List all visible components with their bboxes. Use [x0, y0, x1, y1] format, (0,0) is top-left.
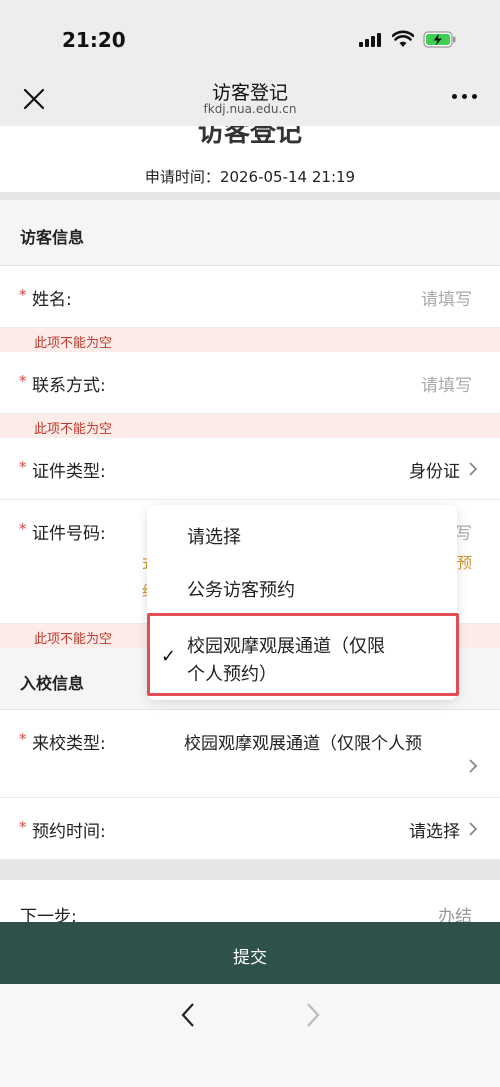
page-title: 访客登记	[197, 126, 302, 148]
submit-label: 提交	[233, 948, 267, 968]
required-mark: *	[19, 372, 27, 390]
chevron-right-icon	[469, 822, 478, 836]
dropdown-option-selected[interactable]: ✓ 校园观摩观展通道（仅限 个人预约）	[147, 630, 457, 690]
option-label: 请选择	[187, 527, 241, 548]
appointment-time-value[interactable]: 请选择	[409, 817, 460, 842]
next-step-row: 下一步: 办结	[0, 880, 500, 922]
forward-icon[interactable]	[305, 1002, 321, 1028]
back-icon[interactable]	[180, 1002, 196, 1028]
section-visitor-info: 访客信息	[0, 200, 500, 266]
field-label: 证件号码:	[32, 524, 106, 544]
apply-time-label: 申请时间：	[144, 168, 220, 186]
field-label: 证件类型:	[32, 462, 106, 482]
status-time: 21:20	[62, 28, 126, 52]
id-type-field[interactable]: * 证件类型: 身份证	[0, 438, 500, 500]
check-icon: ✓	[161, 646, 177, 667]
apply-time: 申请时间：2026-05-14 21:19	[0, 166, 500, 187]
section-title: 访客信息	[20, 228, 85, 247]
name-input[interactable]: 请填写	[421, 285, 472, 310]
page-header: 访客登记 申请时间：2026-05-14 21:19	[0, 126, 500, 192]
option-label: 校园观摩观展通道（仅限	[187, 636, 385, 657]
visit-type-dropdown: 请选择 公务访客预约 ✓ 校园观摩观展通道（仅限 个人预约）	[147, 505, 457, 700]
field-label: 预约时间:	[32, 822, 106, 842]
chevron-right-icon	[469, 759, 478, 773]
browser-nav	[0, 984, 500, 1087]
required-mark: *	[19, 286, 27, 304]
divider	[0, 192, 500, 200]
phone-field[interactable]: * 联系方式: 请填写	[0, 352, 500, 414]
id-number-input[interactable]: 写	[455, 519, 472, 544]
field-label: 姓名:	[32, 290, 72, 310]
status-bar: 21:20	[0, 0, 500, 70]
required-mark: *	[19, 730, 27, 748]
error-text: 此项不能为空	[34, 632, 113, 647]
divider	[0, 860, 500, 880]
phone-input[interactable]: 请填写	[421, 371, 472, 396]
nav-url: fkdj.nua.edu.cn	[203, 102, 297, 116]
apply-time-value: 2026-05-14 21:19	[219, 168, 356, 186]
error-message: 此项不能为空	[0, 414, 500, 438]
option-label: 个人预约）	[187, 664, 277, 685]
id-type-value[interactable]: 身份证	[409, 457, 460, 482]
appointment-time-field[interactable]: * 预约时间: 请选择	[0, 798, 500, 860]
visit-type-field[interactable]: * 来校类型: 校园观摩观展通道（仅限个人预	[0, 710, 500, 798]
option-label: 公务访客预约	[187, 580, 295, 601]
nav-title: 访客登记	[211, 82, 288, 104]
submit-button[interactable]: 提交	[0, 922, 500, 984]
signal-icon	[359, 33, 383, 47]
hint-text: 预	[456, 554, 472, 572]
wifi-icon	[392, 30, 414, 47]
required-mark: *	[19, 520, 27, 538]
visit-type-value[interactable]: 校园观摩观展通道（仅限个人预	[184, 729, 422, 754]
more-icon[interactable]	[452, 94, 478, 102]
field-label: 来校类型:	[32, 734, 106, 754]
error-text: 此项不能为空	[34, 422, 113, 437]
required-mark: *	[19, 458, 27, 476]
chevron-right-icon	[469, 462, 478, 476]
next-step-label: 下一步:	[20, 907, 77, 922]
name-field[interactable]: * 姓名: 请填写	[0, 266, 500, 328]
battery-charging-icon	[423, 31, 456, 48]
section-title: 入校信息	[20, 674, 85, 693]
error-text: 此项不能为空	[34, 336, 113, 351]
field-label: 联系方式:	[32, 376, 106, 396]
error-message: 此项不能为空	[0, 328, 500, 352]
required-mark: *	[19, 818, 27, 836]
nav-bar: 访客登记 fkdj.nua.edu.cn	[0, 70, 500, 126]
next-step-value: 办结	[438, 907, 472, 922]
